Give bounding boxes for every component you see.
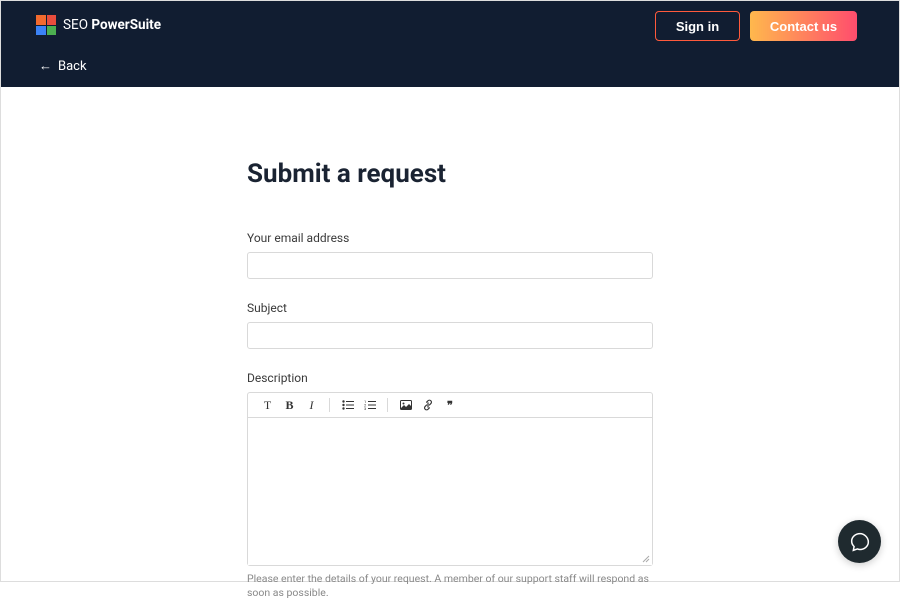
- back-label: Back: [58, 59, 87, 74]
- bold-button[interactable]: B: [279, 396, 300, 414]
- quote-button[interactable]: ❞: [439, 396, 460, 414]
- subject-label: Subject: [247, 301, 653, 315]
- bullet-list-button[interactable]: [337, 396, 358, 414]
- app-header: SEO PowerSuite Sign in Contact us ← Back: [1, 1, 899, 87]
- subject-field-group: Subject: [247, 301, 653, 349]
- back-link[interactable]: ← Back: [39, 58, 87, 74]
- svg-text:3: 3: [364, 406, 366, 410]
- rich-text-editor: T B I: [247, 392, 653, 566]
- toolbar-separator: [387, 398, 388, 412]
- description-hint: Please enter the details of your request…: [247, 572, 653, 600]
- link-button[interactable]: [417, 396, 438, 414]
- subject-input[interactable]: [247, 322, 653, 349]
- main-content: Submit a request Your email address Subj…: [1, 87, 899, 600]
- email-label: Your email address: [247, 231, 653, 245]
- email-input[interactable]: [247, 252, 653, 279]
- description-label: Description: [247, 371, 653, 385]
- editor-body: [248, 418, 652, 565]
- editor-toolbar: T B I: [248, 393, 652, 418]
- chat-widget-button[interactable]: [838, 520, 881, 563]
- logo-icon: [36, 15, 56, 35]
- brand-logo[interactable]: SEO PowerSuite: [36, 15, 161, 35]
- quote-icon: ❞: [447, 399, 452, 412]
- page-title: Submit a request: [247, 159, 653, 189]
- image-icon: [400, 400, 412, 410]
- paragraph-button[interactable]: T: [257, 396, 278, 414]
- italic-button[interactable]: I: [301, 396, 322, 414]
- request-form: Submit a request Your email address Subj…: [247, 159, 653, 600]
- description-field-group: Description T B I: [247, 371, 653, 600]
- header-actions: Sign in Contact us: [655, 11, 857, 41]
- resize-handle[interactable]: [640, 553, 650, 563]
- link-icon: [422, 399, 434, 411]
- brand-name: SEO PowerSuite: [63, 17, 161, 33]
- paragraph-icon: T: [264, 398, 271, 413]
- signin-button[interactable]: Sign in: [655, 11, 740, 41]
- toolbar-separator: [329, 398, 330, 412]
- contact-button[interactable]: Contact us: [750, 11, 857, 41]
- email-field-group: Your email address: [247, 231, 653, 279]
- number-list-icon: 123: [364, 400, 376, 410]
- image-button[interactable]: [395, 396, 416, 414]
- chat-icon: [850, 532, 870, 552]
- bullet-list-icon: [342, 400, 354, 410]
- description-textarea[interactable]: [248, 418, 652, 565]
- number-list-button[interactable]: 123: [359, 396, 380, 414]
- italic-icon: I: [310, 398, 314, 413]
- arrow-left-icon: ←: [39, 58, 52, 74]
- bold-icon: B: [285, 398, 293, 413]
